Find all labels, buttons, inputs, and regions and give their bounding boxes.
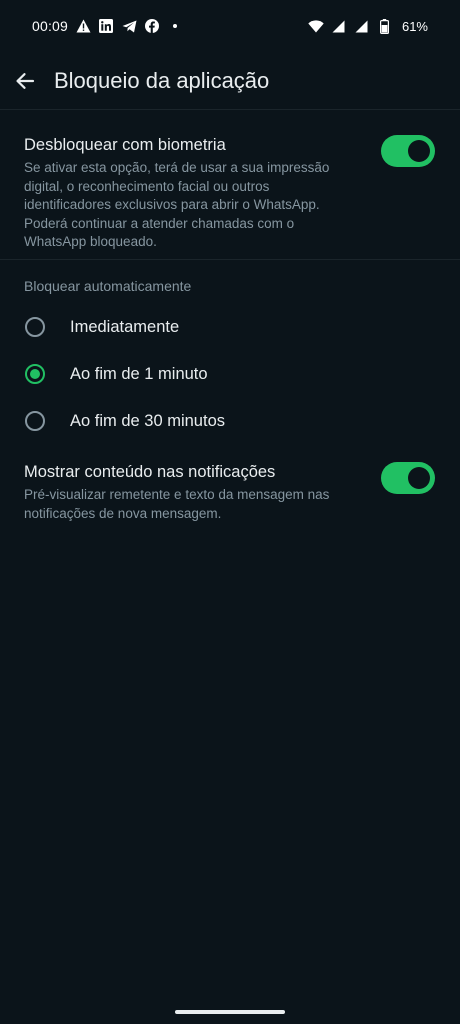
telegram-icon [121,18,137,34]
dot-icon [173,24,178,28]
facebook-icon [144,18,160,34]
signal-icon-2 [354,18,370,34]
battery-icon [377,18,393,34]
biometric-description: Se ativar esta opção, terá de usar a sua… [24,160,330,249]
option-1-minute[interactable]: Ao fim de 1 minuto [0,354,460,394]
radio-1-minute[interactable] [25,364,45,384]
status-bar: 00:09 61% [0,0,460,52]
biometric-unlock-setting[interactable]: Desbloquear com biometria Se ativar esta… [0,134,460,252]
battery-percent: 61% [401,18,428,34]
linkedin-icon [98,18,114,34]
biometric-toggle[interactable] [381,135,435,167]
auto-lock-header: Bloquear automaticamente [24,278,192,294]
option-immediately[interactable]: Imediatamente [0,307,460,347]
wifi-icon [308,18,324,34]
radio-immediately[interactable] [25,317,45,337]
back-button[interactable] [12,68,38,94]
home-indicator[interactable] [175,1010,285,1014]
page-title: Bloqueio da aplicação [54,67,270,93]
notification-description: Pré-visualizar remetente e texto da mens… [24,487,330,521]
status-left: 00:09 [32,18,178,34]
notification-content-setting[interactable]: Mostrar conteúdo nas notificações Pré-vi… [0,461,460,523]
status-time: 00:09 [32,18,69,34]
option-label: Ao fim de 1 minuto [70,364,208,383]
alert-icon [75,18,91,34]
divider [0,259,460,260]
toggle-thumb [408,140,430,162]
toggle-thumb [408,467,430,489]
app-bar: Bloqueio da aplicação [0,52,460,110]
biometric-title: Desbloquear com biometria [24,136,226,154]
option-30-minutes[interactable]: Ao fim de 30 minutos [0,401,460,441]
arrow-left-icon [16,72,35,89]
signal-icon [331,18,347,34]
biometric-text: Desbloquear com biometria Se ativar esta… [24,134,360,252]
notification-title: Mostrar conteúdo nas notificações [24,463,276,481]
status-right: 61% [308,18,428,34]
radio-30-minutes[interactable] [25,411,45,431]
notification-text: Mostrar conteúdo nas notificações Pré-vi… [24,461,360,523]
option-label: Imediatamente [70,317,180,336]
option-label: Ao fim de 30 minutos [70,411,225,430]
notification-toggle[interactable] [381,462,435,494]
